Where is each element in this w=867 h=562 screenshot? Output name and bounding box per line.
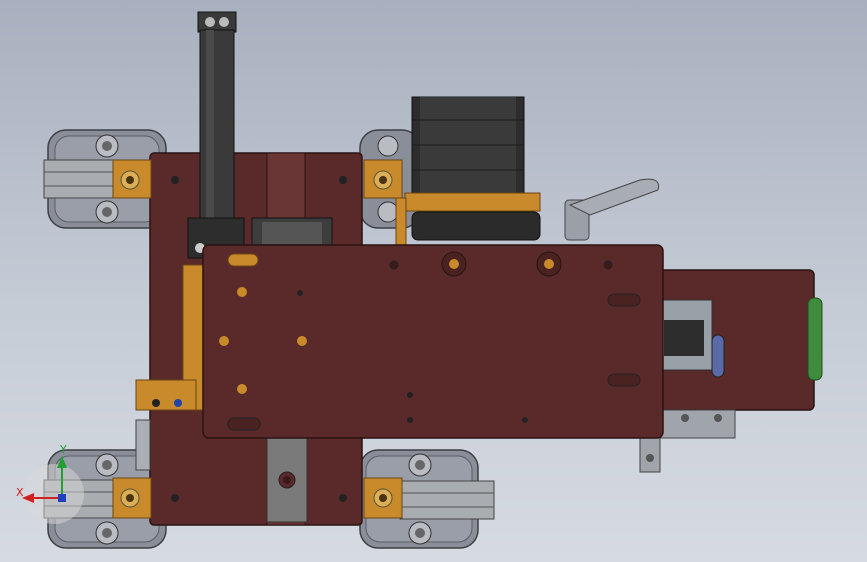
triad-x-label: X	[16, 486, 24, 499]
robot-model[interactable]: Y X	[0, 0, 867, 562]
upper-cover-plate[interactable]	[202, 244, 664, 439]
clamp-lever[interactable]	[564, 178, 660, 241]
green-strip	[807, 297, 823, 381]
coupling-block	[251, 217, 333, 249]
triad-y-label: Y	[59, 443, 67, 456]
vertical-shaft[interactable]	[187, 11, 245, 259]
wheel-bracket-bottom-left	[112, 477, 152, 519]
cad-viewport[interactable]: Y X	[0, 0, 867, 562]
z-axis-marker	[58, 494, 66, 502]
rear-extension-plate[interactable]	[639, 269, 823, 473]
wheel-bracket-top-right	[363, 159, 403, 199]
wheel-bracket-bottom-right	[363, 477, 403, 519]
stepper-motor[interactable]	[395, 96, 541, 247]
wheel-bracket-top-left	[112, 159, 152, 199]
